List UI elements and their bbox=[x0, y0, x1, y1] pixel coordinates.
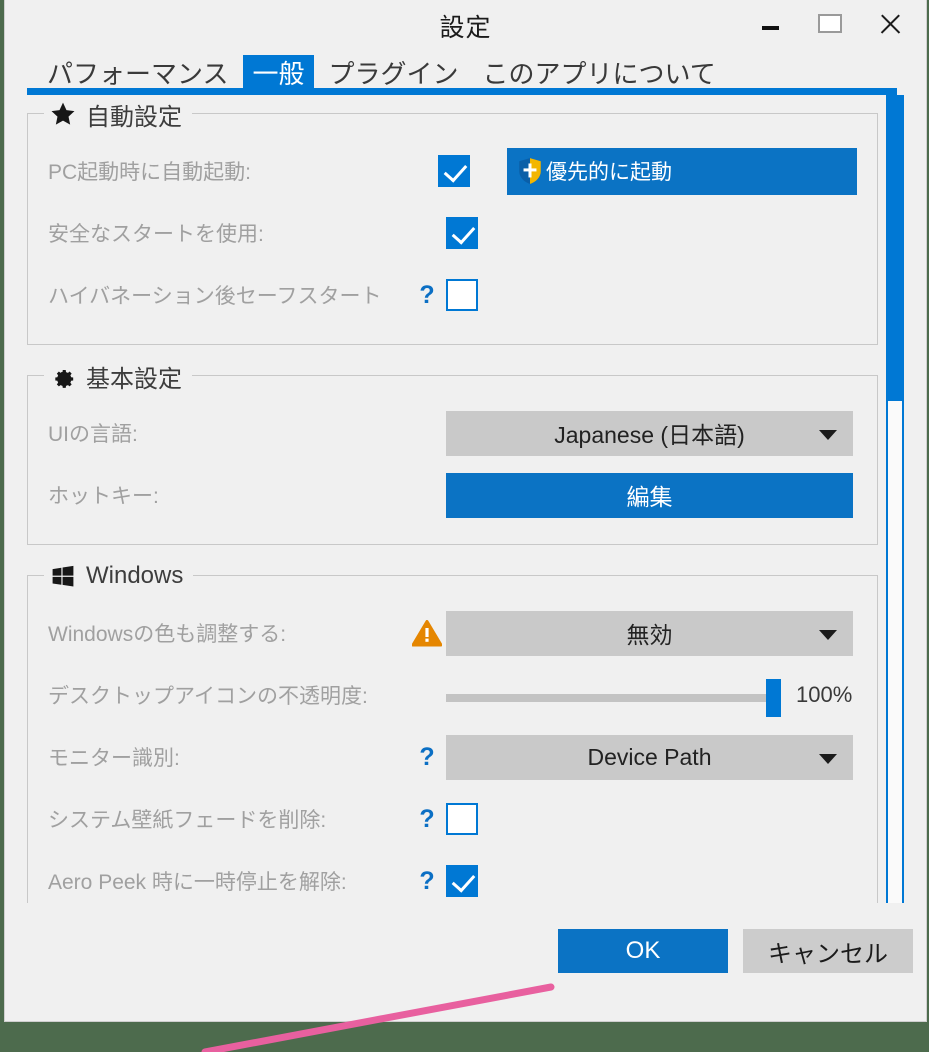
desktop-icon-opacity-value: 100% bbox=[796, 681, 853, 707]
row-adjust-windows-color: Windowsの色も調整する: 無効 bbox=[48, 602, 857, 664]
row-autostart-spacer: ? bbox=[401, 157, 438, 186]
ui-language-select[interactable]: Japanese (日本語) bbox=[446, 410, 853, 456]
ok-button[interactable]: OK bbox=[558, 929, 728, 973]
maximize-button[interactable] bbox=[800, 3, 860, 45]
row-autostart-label: PC起動時に自動起動: bbox=[48, 161, 252, 184]
slider-rail[interactable] bbox=[446, 693, 774, 702]
row-desktop-icon-opacity-label: デスクトップアイコンの不透明度: bbox=[48, 685, 368, 708]
tab-underline bbox=[27, 88, 897, 95]
monitor-id-select[interactable]: Device Path bbox=[446, 734, 853, 780]
row-aero-peek-label: Aero Peek 時に一時停止を解除: bbox=[48, 871, 347, 894]
aero-peek-help-icon[interactable]: ? bbox=[408, 867, 446, 896]
close-button[interactable] bbox=[860, 3, 920, 45]
autostart-checkbox[interactable] bbox=[437, 155, 470, 187]
group-auto-settings-header: 自動設定 bbox=[44, 100, 192, 131]
maximize-icon bbox=[818, 14, 842, 33]
close-icon bbox=[878, 12, 902, 36]
minimize-icon bbox=[761, 26, 779, 30]
adjust-windows-color-warning bbox=[408, 619, 446, 647]
row-adjust-windows-color-label: Windowsの色も調整する: bbox=[48, 623, 287, 646]
row-hibernate-safe-start: ハイバネーション後セーフスタート ? bbox=[48, 264, 857, 326]
screen: 設定 パフォーマンス 一般 プラグイン このアプリについて 自動設定 PC起動時… bbox=[0, 0, 929, 1052]
row-hibernate-safe-start-label: ハイバネーション後セーフスタート bbox=[48, 285, 382, 308]
gear-icon bbox=[55, 370, 74, 388]
row-remove-wallpaper-fade-label: システム壁紙フェードを削除: bbox=[48, 809, 327, 832]
monitor-id-value: Device Path bbox=[587, 743, 712, 770]
chevron-down-icon bbox=[819, 630, 837, 640]
windows-logo-icon bbox=[52, 565, 74, 587]
scrollbar-track[interactable] bbox=[886, 399, 904, 950]
monitor-id-help-icon[interactable]: ? bbox=[408, 743, 446, 772]
group-basic-settings-header: 基本設定 bbox=[44, 362, 192, 393]
title-bar: 設定 bbox=[5, 0, 926, 47]
adjust-windows-color-value: 無効 bbox=[626, 622, 673, 648]
dialog-footer: OK キャンセル bbox=[5, 903, 926, 1021]
row-hotkey-label: ホットキー: bbox=[48, 485, 159, 508]
settings-panes: 自動設定 PC起動時に自動起動: ? bbox=[27, 95, 878, 950]
group-auto-settings: 自動設定 PC起動時に自動起動: ? bbox=[27, 100, 878, 345]
star-icon bbox=[51, 102, 75, 125]
scrollbar-thumb[interactable] bbox=[886, 95, 904, 399]
row-desktop-icon-opacity-spacer: ? bbox=[408, 681, 446, 710]
chevron-down-icon bbox=[819, 430, 837, 440]
hibernate-safe-start-checkbox[interactable] bbox=[446, 279, 478, 311]
group-basic-settings: 基本設定 UIの言語: ? Japanese (日本語) ホットキー: ? 編 bbox=[27, 362, 878, 545]
row-ui-language: UIの言語: ? Japanese (日本語) bbox=[48, 402, 857, 464]
slider-thumb[interactable] bbox=[766, 678, 781, 717]
row-autostart: PC起動時に自動起動: ? 優先的に起動 bbox=[48, 140, 857, 202]
remove-wallpaper-fade-help-icon[interactable]: ? bbox=[408, 805, 446, 834]
priority-start-button-label: 優先的に起動 bbox=[545, 161, 672, 184]
settings-dialog: 設定 パフォーマンス 一般 プラグイン このアプリについて 自動設定 PC起動時… bbox=[4, 0, 927, 1022]
cancel-button[interactable]: キャンセル bbox=[743, 929, 913, 973]
row-desktop-icon-opacity: デスクトップアイコンの不透明度: ? 100% bbox=[48, 664, 857, 726]
row-safe-start: 安全なスタートを使用: ? bbox=[48, 202, 857, 264]
row-hotkey-spacer: ? bbox=[408, 481, 446, 510]
vertical-scrollbar[interactable] bbox=[886, 95, 904, 950]
group-windows-header: Windows bbox=[44, 562, 194, 590]
row-hotkey: ホットキー: ? 編集 bbox=[48, 464, 857, 526]
row-safe-start-label: 安全なスタートを使用: bbox=[48, 223, 264, 246]
aero-peek-checkbox[interactable] bbox=[446, 865, 478, 897]
group-auto-settings-title: 自動設定 bbox=[86, 103, 182, 131]
dialog-actions: OK キャンセル bbox=[558, 929, 913, 973]
hotkey-edit-button[interactable]: 編集 bbox=[446, 472, 853, 518]
adjust-windows-color-select[interactable]: 無効 bbox=[446, 610, 853, 656]
row-ui-language-label: UIの言語: bbox=[48, 423, 138, 446]
safe-start-checkbox[interactable] bbox=[446, 217, 478, 249]
tab-bar: パフォーマンス 一般 プラグイン このアプリについて bbox=[5, 47, 926, 95]
uac-shield-icon bbox=[519, 158, 541, 184]
row-monitor-id: モニター識別: ? Device Path bbox=[48, 726, 857, 788]
group-basic-settings-title: 基本設定 bbox=[86, 365, 182, 393]
row-monitor-id-label: モニター識別: bbox=[48, 747, 180, 770]
group-windows-title: Windows bbox=[86, 562, 184, 589]
ui-language-value: Japanese (日本語) bbox=[554, 422, 745, 448]
row-remove-wallpaper-fade: システム壁紙フェードを削除: ? bbox=[48, 788, 857, 850]
row-safe-start-spacer: ? bbox=[408, 219, 446, 248]
desktop-icon-opacity-slider[interactable]: 100% bbox=[446, 673, 853, 718]
remove-wallpaper-fade-checkbox[interactable] bbox=[446, 803, 478, 835]
row-ui-language-spacer: ? bbox=[408, 419, 446, 448]
priority-start-button[interactable]: 優先的に起動 bbox=[506, 147, 857, 195]
window-controls bbox=[740, 0, 920, 47]
settings-scroll-area: 自動設定 PC起動時に自動起動: ? bbox=[27, 95, 904, 950]
warning-triangle-icon bbox=[412, 619, 442, 646]
hibernate-safe-start-help-icon[interactable]: ? bbox=[408, 281, 446, 310]
group-windows: Windows Windowsの色も調整する: 無効 デスクトップアイコンの不透… bbox=[27, 562, 878, 931]
chevron-down-icon bbox=[819, 754, 837, 764]
minimize-button[interactable] bbox=[740, 3, 800, 45]
